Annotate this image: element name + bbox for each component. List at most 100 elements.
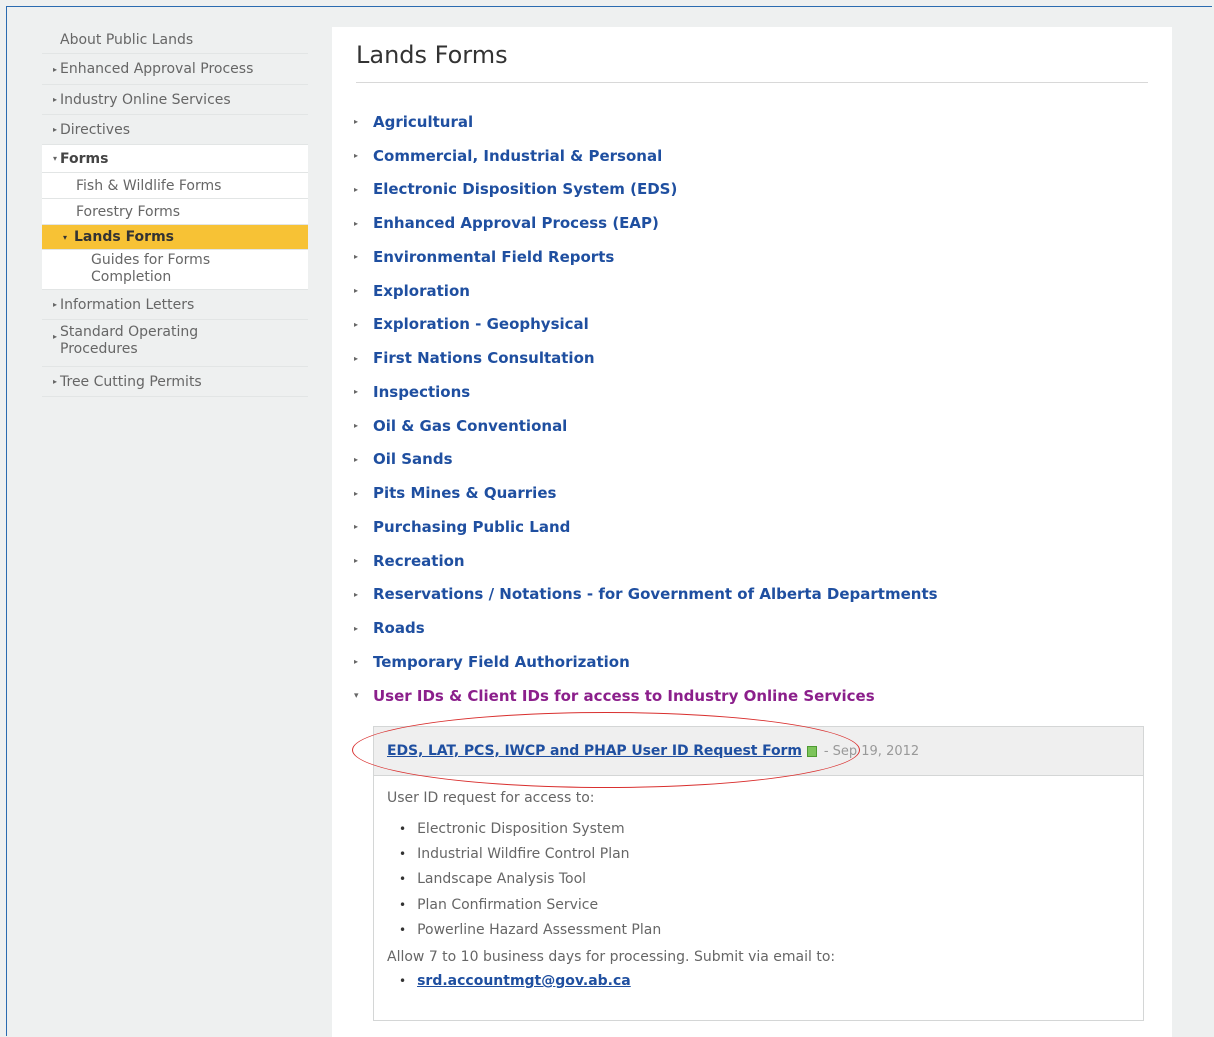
sidebar-item-fish-wildlife-forms[interactable]: Fish & Wildlife Forms — [42, 173, 308, 199]
sidebar-item-lands-forms[interactable]: ▾ Lands Forms — [42, 225, 308, 250]
category-label: User IDs & Client IDs for access to Indu… — [373, 686, 875, 705]
category-item[interactable]: ▸ First Nations Consultation — [354, 341, 938, 375]
category-item[interactable]: ▸ Temporary Field Authorization — [354, 645, 938, 679]
category-item[interactable]: ▸ Oil & Gas Conventional — [354, 409, 938, 443]
caret-right-icon: ▸ — [52, 377, 57, 386]
category-label: Oil Sands — [373, 450, 453, 469]
category-item[interactable]: ▸ Pits Mines & Quarries — [354, 476, 938, 510]
sidebar-item-about-public-lands[interactable]: About Public Lands — [42, 27, 308, 54]
list-item: Industrial Wildfire Control Plan — [399, 841, 1130, 866]
sidebar-item-label: Enhanced Approval Process — [60, 61, 254, 77]
caret-right-icon: ▸ — [52, 65, 57, 74]
sidebar-item-label: Forms — [60, 151, 109, 167]
category-label: Exploration — [373, 281, 470, 300]
category-item[interactable]: ▸ Environmental Field Reports — [354, 240, 938, 274]
caret-right-icon: ▸ — [52, 125, 57, 134]
sidebar-item-industry-online-services[interactable]: ▸ Industry Online Services — [42, 85, 308, 115]
category-label: Commercial, Industrial & Personal — [373, 146, 663, 165]
caret-right-icon: ▸ — [354, 286, 359, 296]
category-item[interactable]: ▸ Commercial, Industrial & Personal — [354, 139, 938, 173]
caret-down-icon: ▾ — [354, 690, 359, 701]
category-item[interactable]: ▸ Enhanced Approval Process (EAP) — [354, 206, 938, 240]
description-text: User ID request for access to: — [387, 790, 595, 806]
caret-right-icon: ▸ — [354, 657, 359, 667]
category-item[interactable]: ▸ Exploration - Geophysical — [354, 308, 938, 342]
sidebar-item-label: Fish & Wildlife Forms — [76, 178, 222, 194]
email-list: srd.accountmgt@gov.ab.ca — [387, 973, 1130, 989]
category-label: Enhanced Approval Process (EAP) — [373, 214, 659, 233]
caret-right-icon: ▸ — [354, 488, 359, 498]
category-label: Oil & Gas Conventional — [373, 416, 568, 435]
category-label: Pits Mines & Quarries — [373, 484, 557, 503]
sidebar-item-label: Industry Online Services — [60, 92, 231, 108]
service-list: Electronic Disposition System Industrial… — [387, 816, 1130, 943]
sidebar-nav: About Public Lands ▸ Enhanced Approval P… — [42, 27, 308, 397]
category-item[interactable]: ▸ Recreation — [354, 544, 938, 578]
sidebar-item-enhanced-approval-process[interactable]: ▸ Enhanced Approval Process — [42, 54, 308, 85]
list-item: Electronic Disposition System — [399, 816, 1130, 841]
caret-right-icon: ▸ — [52, 300, 57, 309]
caret-right-icon: ▸ — [354, 589, 359, 599]
caret-right-icon: ▸ — [354, 218, 359, 228]
category-item[interactable]: ▸ Roads — [354, 611, 938, 645]
highlight-annotation — [352, 712, 860, 788]
category-item[interactable]: ▸ Purchasing Public Land — [354, 510, 938, 544]
caret-right-icon: ▸ — [354, 151, 359, 161]
sidebar-item-label: About Public Lands — [60, 32, 194, 48]
category-label: Agricultural — [373, 112, 474, 131]
list-item: Plan Confirmation Service — [399, 892, 1130, 917]
caret-right-icon: ▸ — [354, 184, 359, 194]
category-label: Reservations / Notations - for Governmen… — [373, 585, 938, 604]
category-label: Exploration - Geophysical — [373, 315, 589, 334]
page-title: Lands Forms — [356, 41, 508, 69]
category-list: ▸ Agricultural ▸ Commercial, Industrial & … — [354, 105, 938, 713]
sidebar-item-label: Information Letters — [60, 297, 195, 313]
caret-right-icon: ▸ — [52, 332, 57, 341]
caret-right-icon: ▸ — [354, 353, 359, 363]
email-link[interactable]: srd.accountmgt@gov.ab.ca — [417, 973, 631, 989]
sidebar-item-label: Forestry Forms — [76, 204, 181, 220]
category-label: Purchasing Public Land — [373, 517, 571, 536]
caret-right-icon: ▸ — [354, 522, 359, 532]
category-label: Environmental Field Reports — [373, 247, 615, 266]
caret-right-icon: ▸ — [354, 623, 359, 633]
caret-down-icon: ▾ — [62, 233, 67, 242]
category-item[interactable]: ▸ Agricultural — [354, 105, 938, 139]
caret-right-icon: ▸ — [354, 421, 359, 431]
list-item: Landscape Analysis Tool — [399, 867, 1130, 892]
user-id-form-panel: EDS, LAT, PCS, IWCP and PHAP User ID Req… — [352, 712, 1144, 1021]
list-item: Powerline Hazard Assessment Plan — [399, 918, 1130, 943]
sidebar-item-forms[interactable]: ▾ Forms — [42, 145, 308, 173]
category-item[interactable]: ▸ Reservations / Notations - for Governme… — [354, 578, 938, 612]
category-item[interactable]: ▸ Exploration — [354, 274, 938, 308]
form-description: User ID request for access to: Electroni… — [374, 776, 1143, 989]
sidebar-item-label: Lands Forms — [74, 229, 175, 245]
caret-right-icon: ▸ — [354, 252, 359, 262]
category-label: Recreation — [373, 551, 465, 570]
caret-right-icon: ▸ — [354, 454, 359, 464]
category-label: Electronic Disposition System (EDS) — [373, 180, 678, 199]
sidebar-item-label: Standard Operating Procedures — [60, 324, 199, 357]
sidebar-item-information-letters[interactable]: ▸ Information Letters — [42, 290, 308, 320]
list-item: srd.accountmgt@gov.ab.ca — [399, 973, 1130, 989]
caret-right-icon: ▸ — [354, 556, 359, 566]
sidebar-item-directives[interactable]: ▸ Directives — [42, 115, 308, 145]
category-item[interactable]: ▸ Electronic Disposition System (EDS) — [354, 173, 938, 207]
caret-right-icon: ▸ — [354, 387, 359, 397]
category-item-expanded[interactable]: ▾ User IDs & Client IDs for access to Ind… — [354, 679, 938, 713]
title-divider — [356, 82, 1148, 83]
sidebar-item-tree-cutting-permits[interactable]: ▸ Tree Cutting Permits — [42, 367, 308, 397]
caret-right-icon: ▸ — [52, 95, 57, 104]
category-label: Roads — [373, 619, 425, 638]
category-item[interactable]: ▸ Oil Sands — [354, 443, 938, 477]
sidebar-item-guides-for-forms-completion[interactable]: Guides for Forms Completion — [42, 250, 308, 290]
category-label: Inspections — [373, 382, 471, 401]
sidebar-item-standard-operating-procedures[interactable]: ▸ Standard Operating Procedures — [42, 320, 308, 367]
sidebar-item-label: Guides for Forms Completion — [91, 252, 211, 285]
category-label: Temporary Field Authorization — [373, 652, 630, 671]
main-content: Lands Forms ▸ Agricultural ▸ Commercial, I… — [332, 27, 1172, 1037]
category-item[interactable]: ▸ Inspections — [354, 375, 938, 409]
sidebar-item-label: Tree Cutting Permits — [60, 374, 202, 390]
category-label: First Nations Consultation — [373, 349, 595, 368]
sidebar-item-forestry-forms[interactable]: Forestry Forms — [42, 199, 308, 225]
